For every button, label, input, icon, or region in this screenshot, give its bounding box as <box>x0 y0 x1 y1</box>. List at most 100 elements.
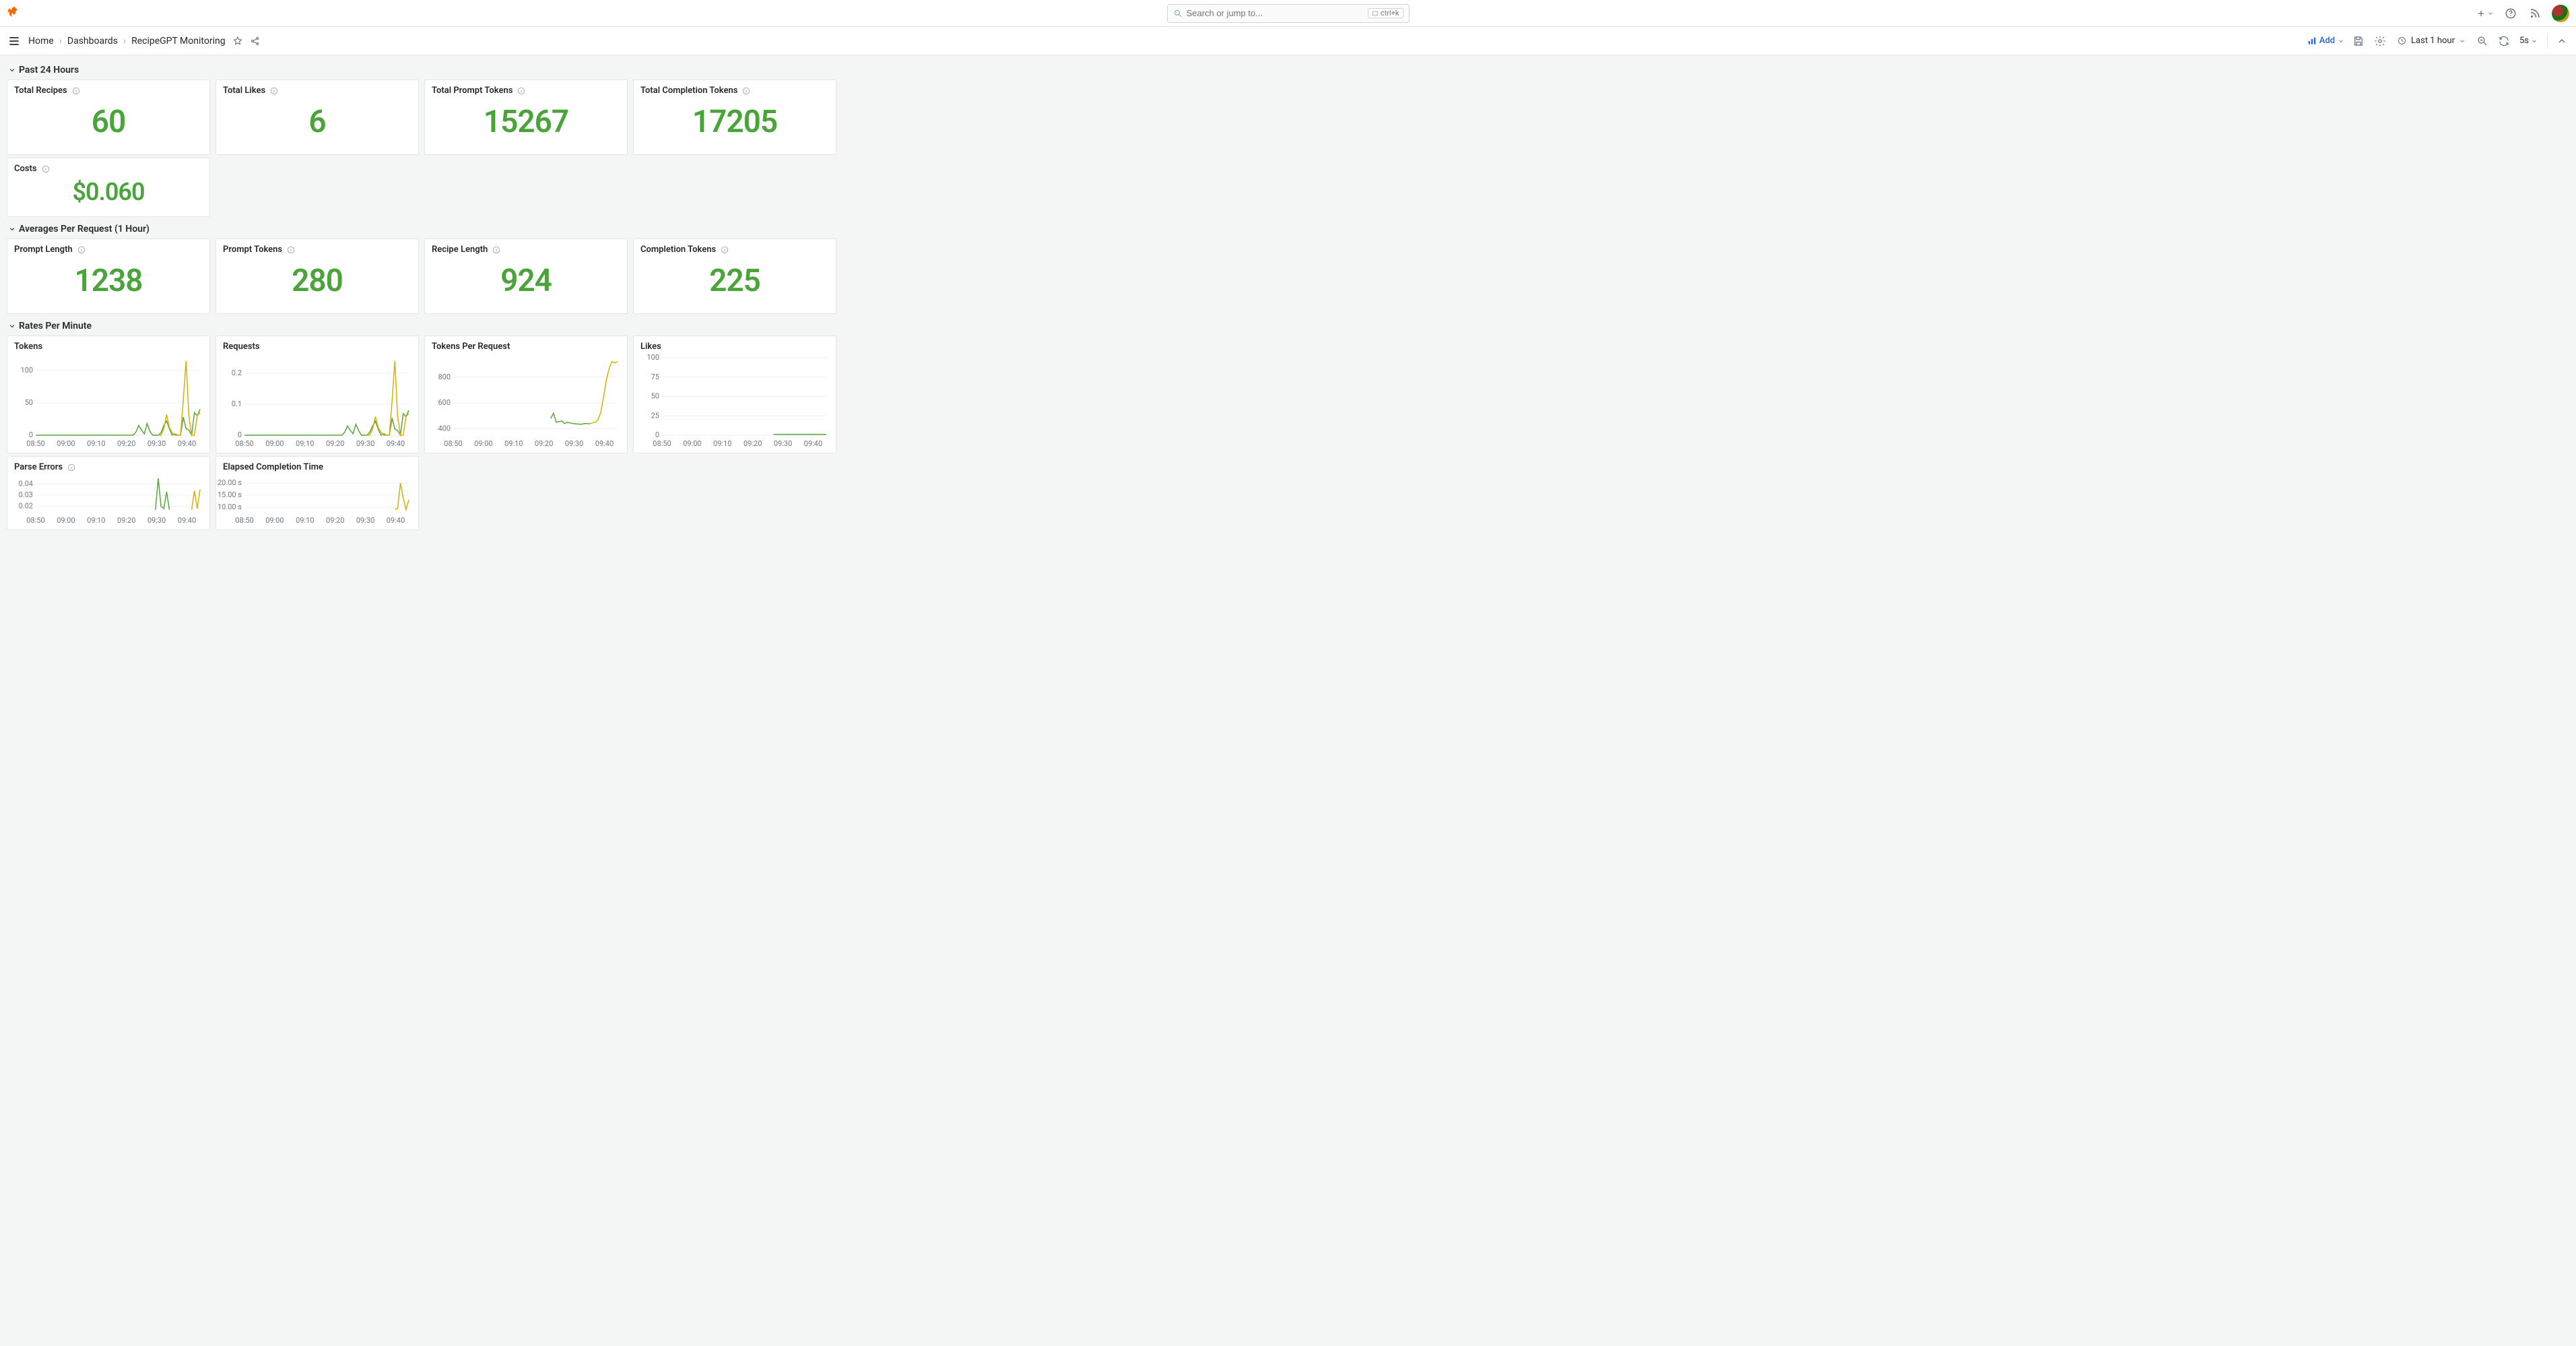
favorite-button[interactable] <box>232 36 243 46</box>
panel-chart-elapsed[interactable]: Elapsed Completion Time 10.00 s15.00 s20… <box>216 456 419 530</box>
time-range-picker[interactable]: Last 1 hour <box>2394 36 2468 46</box>
new-menu[interactable] <box>2476 9 2494 18</box>
svg-text:0: 0 <box>238 430 242 439</box>
refresh-button[interactable] <box>2497 34 2511 49</box>
chevron-up-icon <box>2556 36 2567 46</box>
info-icon[interactable] <box>517 86 526 96</box>
grafana-logo-icon[interactable] <box>7 5 23 22</box>
crumb-dashboards[interactable]: Dashboards <box>67 36 118 46</box>
panel-total-recipes[interactable]: Total Recipes 60 <box>7 79 210 155</box>
panel-total-completion-tokens[interactable]: Total Completion Tokens 17205 <box>633 79 836 155</box>
info-icon[interactable] <box>286 245 296 255</box>
svg-text:08:50: 08:50 <box>444 439 462 448</box>
panel-title: Prompt Length <box>14 245 73 255</box>
stat-value: 225 <box>640 255 829 307</box>
panel-chart-tokens-per-request[interactable]: Tokens Per Request 40060080008:5009:0009… <box>424 335 628 453</box>
panel-chart-requests[interactable]: Requests 00.10.208:5009:0009:1009:2009:3… <box>216 335 419 453</box>
chart-plot: 0.020.030.0408:5009:0009:1009:2009:3009:… <box>14 476 203 524</box>
svg-text:08:50: 08:50 <box>26 439 44 448</box>
svg-text:100: 100 <box>20 366 33 375</box>
svg-text:09:10: 09:10 <box>296 516 314 525</box>
info-icon[interactable] <box>492 245 501 255</box>
panel-title: Recipe Length <box>432 245 488 255</box>
rss-icon <box>2529 7 2541 20</box>
timerange-label: Last 1 hour <box>2411 36 2455 46</box>
plus-icon <box>2476 9 2486 18</box>
panel-total-prompt-tokens[interactable]: Total Prompt Tokens 15267 <box>424 79 628 155</box>
info-icon[interactable] <box>77 245 86 255</box>
news-button[interactable] <box>2528 6 2542 21</box>
panel-title: Tokens <box>14 342 42 352</box>
star-icon <box>232 36 243 46</box>
toggle-top-button[interactable] <box>2554 34 2569 49</box>
global-search[interactable]: ctrl+k <box>1167 4 1410 23</box>
add-panel-button[interactable]: Add <box>2307 36 2344 46</box>
panel-title: Total Prompt Tokens <box>432 86 513 96</box>
search-shortcut: ctrl+k <box>1368 8 1403 18</box>
panel-chart-likes[interactable]: Likes 025507510008:5009:0009:1009:2009:3… <box>633 335 836 453</box>
refresh-interval-picker[interactable]: 5s <box>2517 36 2540 46</box>
svg-text:09:10: 09:10 <box>87 516 105 525</box>
panel-completion-tokens[interactable]: Completion Tokens 225 <box>633 238 836 314</box>
panel-title: Total Recipes <box>14 86 67 96</box>
row-header-averages[interactable]: Averages Per Request (1 Hour) <box>7 220 2569 238</box>
panel-chart-tokens[interactable]: Tokens 05010008:5009:0009:1009:2009:3009… <box>7 335 210 453</box>
panel-title: Completion Tokens <box>640 245 716 255</box>
svg-text:09:30: 09:30 <box>147 516 166 525</box>
row-title: Past 24 Hours <box>19 65 79 75</box>
add-label: Add <box>2319 36 2335 46</box>
svg-text:09:10: 09:10 <box>504 439 523 448</box>
info-icon[interactable] <box>71 86 81 96</box>
row-title: Averages Per Request (1 Hour) <box>19 224 150 234</box>
svg-text:0.2: 0.2 <box>232 368 242 377</box>
svg-text:09:40: 09:40 <box>804 439 822 448</box>
svg-text:09:40: 09:40 <box>387 516 405 525</box>
svg-text:09:40: 09:40 <box>178 516 196 525</box>
panel-costs[interactable]: Costs $0.060 <box>7 158 210 217</box>
panel-total-likes[interactable]: Total Likes 6 <box>216 79 419 155</box>
panel-icon <box>2307 36 2317 46</box>
panel-title: Likes <box>640 342 661 352</box>
svg-text:0.03: 0.03 <box>19 490 33 499</box>
svg-text:09:30: 09:30 <box>147 439 166 448</box>
row-title: Rates Per Minute <box>19 321 92 331</box>
svg-text:09:10: 09:10 <box>713 439 731 448</box>
svg-text:25: 25 <box>651 411 659 420</box>
svg-text:09:00: 09:00 <box>265 439 284 448</box>
help-button[interactable] <box>2503 6 2518 21</box>
gear-icon <box>2374 35 2386 47</box>
search-input[interactable] <box>1187 8 1368 18</box>
panel-chart-parse-errors[interactable]: Parse Errors 0.020.030.0408:5009:0009:10… <box>7 456 210 530</box>
svg-text:800: 800 <box>438 373 451 381</box>
share-button[interactable] <box>250 36 261 46</box>
crumb-current[interactable]: RecipeGPT Monitoring <box>131 36 226 46</box>
panel-recipe-length[interactable]: Recipe Length 924 <box>424 238 628 314</box>
zoom-out-button[interactable] <box>2475 34 2490 49</box>
svg-text:09:20: 09:20 <box>326 439 344 448</box>
user-avatar[interactable] <box>2552 5 2569 22</box>
save-button[interactable] <box>2351 34 2366 49</box>
chart-plot: 10.00 s15.00 s20.00 s08:5009:0009:1009:2… <box>223 476 411 524</box>
info-icon[interactable] <box>41 164 51 174</box>
panel-prompt-length[interactable]: Prompt Length 1238 <box>7 238 210 314</box>
row-header-rates[interactable]: Rates Per Minute <box>7 317 2569 335</box>
info-icon[interactable] <box>269 86 279 96</box>
chevron-down-icon <box>2487 10 2494 17</box>
crumb-home[interactable]: Home <box>28 36 54 46</box>
svg-text:75: 75 <box>651 373 659 381</box>
row-header-past24[interactable]: Past 24 Hours <box>7 61 2569 79</box>
svg-text:09:00: 09:00 <box>265 516 284 525</box>
panel-prompt-tokens[interactable]: Prompt Tokens 280 <box>216 238 419 314</box>
chevron-down-icon <box>8 225 16 233</box>
info-icon[interactable] <box>741 86 751 96</box>
settings-button[interactable] <box>2373 34 2387 49</box>
svg-text:0.1: 0.1 <box>232 399 242 408</box>
menu-toggle[interactable] <box>7 34 22 49</box>
svg-text:50: 50 <box>651 392 659 401</box>
info-icon[interactable] <box>67 463 76 472</box>
svg-text:09:30: 09:30 <box>356 439 374 448</box>
info-icon[interactable] <box>720 245 729 255</box>
stat-value: 60 <box>14 96 203 148</box>
svg-text:08:50: 08:50 <box>235 439 253 448</box>
svg-text:10.00 s: 10.00 s <box>218 503 242 511</box>
